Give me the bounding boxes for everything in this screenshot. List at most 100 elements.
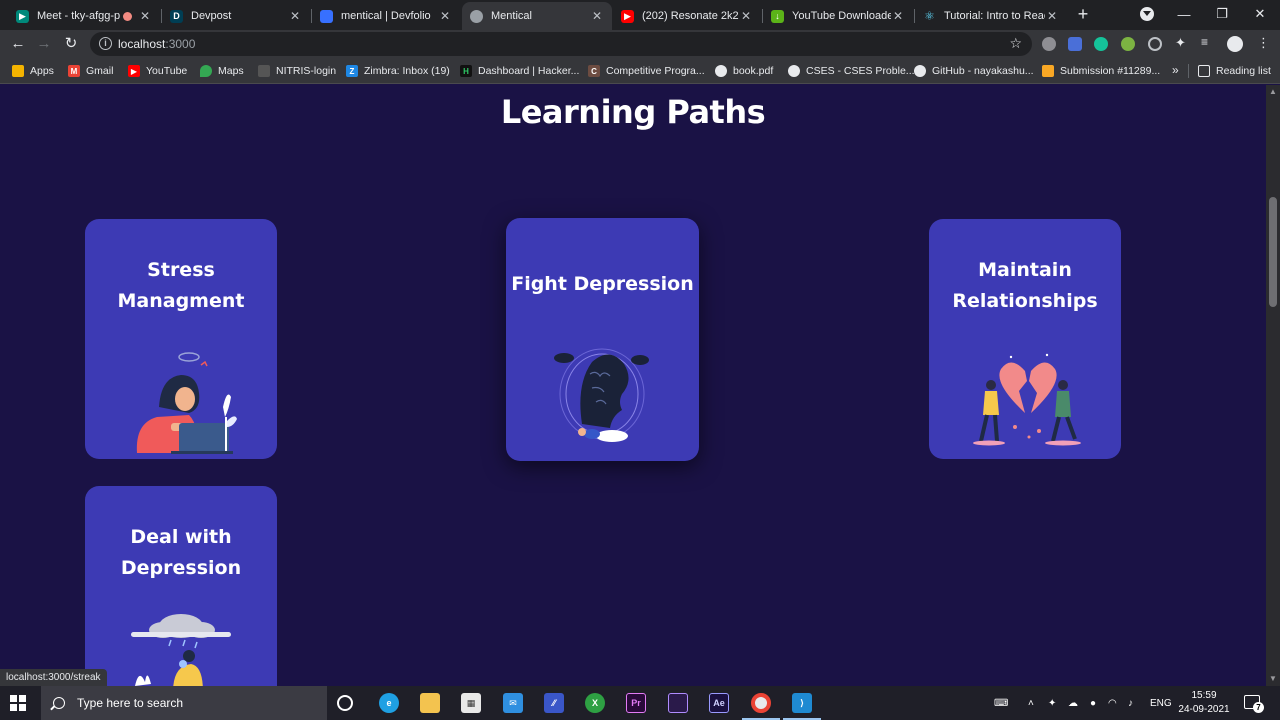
new-tab-button[interactable]: + <box>1074 4 1092 24</box>
bookmark-gmail[interactable]: M Gmail <box>68 58 113 84</box>
apps-grid-icon <box>12 65 24 77</box>
extension-icon[interactable] <box>1148 37 1162 51</box>
tray-app-icon[interactable]: ✦ <box>1048 686 1056 720</box>
bookmark-cses[interactable]: CSES - CSES Proble... <box>788 58 915 84</box>
youtube-icon: ▶ <box>128 65 140 77</box>
language-indicator[interactable]: ENG <box>1150 686 1172 720</box>
browser-toolbar: ← → ↻ i localhost:3000 ☆ ✦ ≡ ⋮ <box>0 30 1280 58</box>
taskbar-search-input[interactable]: Type here to search <box>41 686 327 720</box>
volume-icon[interactable]: ♪ <box>1128 686 1133 720</box>
bookmark-hackerrank[interactable]: H Dashboard | Hacker... <box>460 58 579 84</box>
extension-icon[interactable] <box>1121 37 1135 51</box>
card-fight-depression[interactable]: Fight Depression <box>506 218 699 461</box>
card-maintain-relationships[interactable]: Maintain Relationships <box>929 219 1121 459</box>
recording-icon <box>123 11 132 21</box>
bookmark-nitris[interactable]: NITRIS-login <box>258 58 336 84</box>
page-scrollbar[interactable]: ▲ ▼ <box>1266 85 1280 686</box>
bookmark-book-pdf[interactable]: book.pdf <box>715 58 773 84</box>
devfolio-icon <box>320 9 333 23</box>
bookmark-submission[interactable]: Submission #11289... <box>1042 58 1160 84</box>
menu-dots-icon[interactable]: ⋮ <box>1257 35 1271 50</box>
clock[interactable]: 15:59 24-09-2021 <box>1172 689 1236 717</box>
card-title: Maintain Relationships <box>952 259 1098 312</box>
media-control-icon[interactable]: ≡ <box>1201 35 1215 49</box>
close-tab-icon[interactable]: ✕ <box>891 9 905 23</box>
page-title: Learning Paths <box>500 93 766 131</box>
tab-devfolio[interactable]: mentical | Devfolio ✕ <box>312 2 460 30</box>
tab-react-tutorial[interactable]: ⚛ Tutorial: Intro to Reac ✕ <box>915 2 1067 30</box>
xbox-icon[interactable]: X <box>585 693 605 713</box>
mail-icon[interactable]: ✉ <box>503 693 523 713</box>
close-tab-icon[interactable]: ✕ <box>138 9 152 23</box>
store-icon[interactable]: ▦ <box>461 693 481 713</box>
cloud-icon[interactable]: ☁ <box>1068 686 1078 720</box>
hackerrank-icon: H <box>460 65 472 77</box>
bookmark-youtube[interactable]: ▶ YouTube <box>128 58 187 84</box>
bookmark-github[interactable]: GitHub - nayakashu... <box>914 58 1034 84</box>
minimize-icon[interactable]: — <box>1164 0 1204 28</box>
after-effects-alt-icon[interactable] <box>668 693 688 713</box>
chevron-up-icon[interactable]: ˄ <box>1028 686 1034 720</box>
puzzle-icon[interactable]: ✦ <box>1175 35 1189 50</box>
scroll-down-icon[interactable]: ▼ <box>1269 674 1277 683</box>
globe-icon <box>470 9 483 23</box>
close-window-icon[interactable]: ✕ <box>1240 0 1280 28</box>
back-button[interactable]: ← <box>8 34 28 54</box>
keyboard-icon[interactable]: ⌨ <box>994 686 1008 720</box>
address-bar[interactable]: i localhost:3000 ☆ <box>90 32 1032 56</box>
premiere-icon[interactable]: Pr <box>626 693 646 713</box>
url-text: localhost:3000 <box>118 37 196 51</box>
wifi-icon[interactable]: ◠ <box>1108 686 1117 720</box>
page-content: Learning Paths Stress Managment Fight De… <box>0 85 1266 686</box>
nitris-icon <box>258 65 270 77</box>
reload-button[interactable]: ↻ <box>61 34 81 54</box>
close-tab-icon[interactable]: ✕ <box>438 9 452 23</box>
close-tab-icon[interactable]: ✕ <box>1045 9 1059 23</box>
zimbra-icon: Z <box>346 65 358 77</box>
microphone-icon[interactable]: ● <box>1090 686 1096 720</box>
card-deal-with-depression[interactable]: Deal with Depression <box>85 486 277 686</box>
card-stress-managment[interactable]: Stress Managment <box>85 219 277 459</box>
bookmark-zimbra[interactable]: Z Zimbra: Inbox (19) <box>346 58 450 84</box>
close-tab-icon[interactable]: ✕ <box>739 9 753 23</box>
download-arrow-icon: ↓ <box>771 9 784 23</box>
app-icon[interactable]: ⁄⁄ <box>544 693 564 713</box>
extension-icon[interactable] <box>1042 37 1056 51</box>
vscode-icon[interactable]: ⟩ <box>792 693 812 713</box>
tab-search-icon[interactable] <box>1140 7 1154 21</box>
tab-meet[interactable]: ▶ Meet - tky-afgg-p ✕ <box>8 2 160 30</box>
more-bookmarks-button[interactable]: » <box>1172 63 1179 77</box>
close-tab-icon[interactable]: ✕ <box>590 9 604 23</box>
globe-icon <box>788 65 800 77</box>
extension-icon[interactable] <box>1068 37 1082 51</box>
search-icon <box>53 697 65 709</box>
info-icon[interactable]: i <box>99 37 112 50</box>
after-effects-icon[interactable]: Ae <box>709 693 729 713</box>
chrome-icon[interactable] <box>751 693 771 713</box>
grammarly-icon[interactable] <box>1094 37 1108 51</box>
bookmark-maps[interactable]: Maps <box>200 58 244 84</box>
depression-head-illustration <box>554 348 649 442</box>
tab-youtube[interactable]: ▶ (202) Resonate 2k21 | ✕ <box>613 2 761 30</box>
tab-devpost[interactable]: D Devpost ✕ <box>162 2 310 30</box>
tab-youtube-downloader[interactable]: ↓ YouTube Downloader ✕ <box>763 2 913 30</box>
react-icon: ⚛ <box>924 9 935 23</box>
globe-icon <box>715 65 727 77</box>
scroll-up-icon[interactable]: ▲ <box>1269 87 1277 96</box>
close-tab-icon[interactable]: ✕ <box>288 9 302 23</box>
file-explorer-icon[interactable] <box>420 693 440 713</box>
scroll-thumb[interactable] <box>1269 197 1277 307</box>
google-meet-icon: ▶ <box>16 9 29 23</box>
bookmark-apps[interactable]: Apps <box>12 58 54 84</box>
bookmark-star-icon[interactable]: ☆ <box>1009 35 1022 52</box>
edge-icon[interactable]: e <box>379 693 399 713</box>
browser-tab-strip: ▶ Meet - tky-afgg-p ✕ D Devpost ✕ mentic… <box>0 0 1280 30</box>
avatar[interactable] <box>1227 36 1243 52</box>
windows-start-icon[interactable] <box>10 695 26 711</box>
forward-button[interactable]: → <box>34 34 54 54</box>
restore-icon[interactable]: ❐ <box>1202 0 1242 28</box>
bookmark-competitive[interactable]: C Competitive Progra... <box>588 58 705 84</box>
reading-list-button[interactable]: Reading list <box>1198 58 1271 84</box>
tab-mentical[interactable]: Mentical ✕ <box>462 2 612 30</box>
cortana-icon[interactable] <box>337 695 353 711</box>
